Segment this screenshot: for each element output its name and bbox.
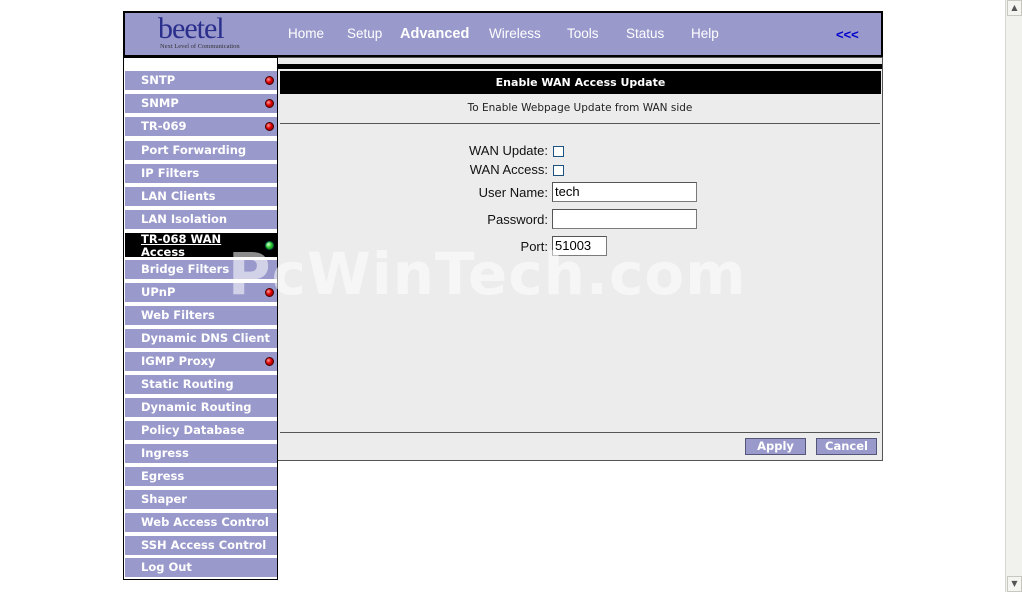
sidebar-item-label: Web Access Control <box>141 515 269 529</box>
password-label: Password: <box>487 212 548 227</box>
scroll-up-arrow-icon[interactable]: ▲ <box>1007 0 1022 16</box>
sidebar-item-egress[interactable]: Egress <box>125 467 277 488</box>
sidebar-item-label: Policy Database <box>141 423 245 437</box>
nav-help[interactable]: Help <box>691 13 719 55</box>
sidebar-item-lan-clients[interactable]: LAN Clients <box>125 187 277 208</box>
sidebar-item-snmp[interactable]: SNMP <box>125 94 277 115</box>
sidebar-item-static-routing[interactable]: Static Routing <box>125 375 277 396</box>
page-title: Enable WAN Access Update <box>280 71 881 94</box>
main-panel: Enable WAN Access Update To Enable Webpa… <box>278 57 883 461</box>
sidebar-item-label: Dynamic DNS Client <box>141 331 270 345</box>
sidebar-item-sntp[interactable]: SNTP <box>125 71 277 92</box>
nav-tools[interactable]: Tools <box>567 13 599 55</box>
apply-button[interactable]: Apply <box>745 438 806 455</box>
sidebar-item-label: TR-068 WAN Access <box>141 233 222 259</box>
sidebar-item-web-access-control[interactable]: Web Access Control <box>125 513 277 534</box>
nav-wireless[interactable]: Wireless <box>489 13 541 55</box>
wan-update-label: WAN Update: <box>469 143 548 158</box>
sidebar-item-ssh-access-control[interactable]: SSH Access Control <box>125 536 277 557</box>
sidebar-item-ingress[interactable]: Ingress <box>125 444 277 465</box>
logo-tagline: Next Level of Communication <box>160 43 240 50</box>
sidebar-item-dynamic-routing[interactable]: Dynamic Routing <box>125 398 277 419</box>
sidebar-item-policy-database[interactable]: Policy Database <box>125 421 277 442</box>
sidebar-item-label: Shaper <box>141 492 187 506</box>
nav-home[interactable]: Home <box>288 13 324 55</box>
nav-advanced[interactable]: Advanced <box>400 13 469 55</box>
sidebar-item-label: Port Forwarding <box>141 143 247 157</box>
port-input[interactable]: 51003 <box>552 236 607 256</box>
status-red-icon <box>265 122 274 131</box>
username-label: User Name: <box>478 185 548 200</box>
sidebar-item-label: UPnP <box>141 285 176 299</box>
sidebar-item-label: Dynamic Routing <box>141 400 252 414</box>
sidebar-item-label: Bridge Filters <box>141 262 230 276</box>
sidebar-item-log-out[interactable]: Log Out <box>125 558 277 579</box>
sidebar-item-label: SSH Access Control <box>141 538 267 552</box>
sidebar-item-label: Egress <box>141 469 185 483</box>
sidebar-item-web-filters[interactable]: Web Filters <box>125 306 277 327</box>
page-subtitle: To Enable Webpage Update from WAN side <box>467 102 693 114</box>
status-green-icon <box>265 241 274 250</box>
sidebar-item-dynamic-dns-client[interactable]: Dynamic DNS Client <box>125 329 277 350</box>
port-label: Port: <box>520 239 548 254</box>
sidebar-item-label: SNTP <box>141 73 176 87</box>
wan-access-checkbox[interactable] <box>553 165 564 176</box>
scroll-down-arrow-icon[interactable]: ▼ <box>1007 576 1022 592</box>
wan-update-checkbox[interactable] <box>553 146 564 157</box>
sidebar-item-bridge-filters[interactable]: Bridge Filters <box>125 260 277 281</box>
nav-status[interactable]: Status <box>626 13 664 55</box>
divider <box>280 432 880 433</box>
sidebar-item-upnp[interactable]: UPnP <box>125 283 277 304</box>
status-red-icon <box>265 357 274 366</box>
panel-top-divider <box>278 64 882 69</box>
sidebar: SNTP SNMP TR-069 Port Forwarding IP Filt… <box>123 57 278 580</box>
sidebar-item-tr068-wan-access[interactable]: TR-068 WAN Access <box>125 233 277 259</box>
vertical-scrollbar[interactable]: ▲ ▼ <box>1005 0 1022 592</box>
divider <box>280 123 880 124</box>
sidebar-item-label: LAN Clients <box>141 189 216 203</box>
sidebar-item-label: LAN Isolation <box>141 212 228 226</box>
sidebar-item-label: Static Routing <box>141 377 234 391</box>
password-input[interactable] <box>552 209 697 229</box>
sidebar-item-tr069[interactable]: TR-069 <box>125 117 277 138</box>
wan-access-label: WAN Access: <box>469 162 548 177</box>
header-bar: beetel Next Level of Communication Home … <box>123 11 883 57</box>
nav-setup[interactable]: Setup <box>347 13 382 55</box>
status-red-icon <box>265 288 274 297</box>
cancel-button[interactable]: Cancel <box>816 438 877 455</box>
sidebar-item-label: Ingress <box>141 446 189 460</box>
sidebar-item-label: IP Filters <box>141 166 200 180</box>
sidebar-item-label: TR-069 <box>141 119 187 133</box>
back-link[interactable]: <<< <box>836 13 859 57</box>
username-input[interactable]: tech <box>552 182 697 202</box>
sidebar-item-ip-filters[interactable]: IP Filters <box>125 164 277 185</box>
sidebar-item-label: Log Out <box>141 560 192 574</box>
sidebar-item-label: IGMP Proxy <box>141 354 216 368</box>
logo-text: beetel <box>158 12 225 45</box>
sidebar-item-label: Web Filters <box>141 308 215 322</box>
sidebar-item-shaper[interactable]: Shaper <box>125 490 277 511</box>
status-red-icon <box>265 99 274 108</box>
sidebar-item-label: SNMP <box>141 96 179 110</box>
sidebar-item-lan-isolation[interactable]: LAN Isolation <box>125 210 277 231</box>
status-red-icon <box>265 76 274 85</box>
sidebar-item-port-forwarding[interactable]: Port Forwarding <box>125 141 277 162</box>
sidebar-item-igmp-proxy[interactable]: IGMP Proxy <box>125 352 277 373</box>
beetel-logo[interactable]: beetel Next Level of Communication <box>158 12 250 54</box>
